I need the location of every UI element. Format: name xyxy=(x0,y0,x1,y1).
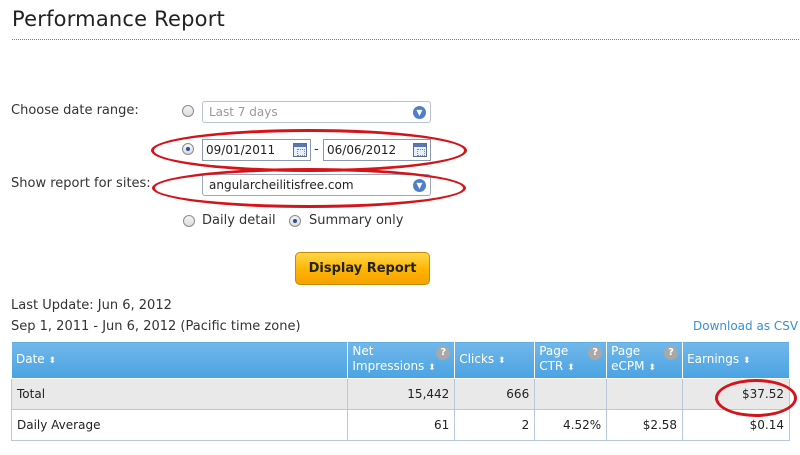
site-select[interactable]: angularcheilitisfree.com ▼ xyxy=(202,174,431,196)
cell-ctr xyxy=(534,378,608,410)
table-header-row: Date ⬍ Net Impressions ⬍ ? Clicks ⬍ Page… xyxy=(10,341,790,379)
cell-ctr: 4.52% xyxy=(534,409,608,441)
last-update-text: Last Update: Jun 6, 2012 xyxy=(11,298,172,313)
help-icon[interactable]: ? xyxy=(664,346,679,360)
site-value: angularcheilitisfree.com xyxy=(209,178,354,192)
sort-icon: ⬍ xyxy=(648,363,656,373)
summary-only-label[interactable]: Summary only xyxy=(309,213,403,228)
sort-icon: ⬍ xyxy=(567,363,575,373)
row-label: Daily Average xyxy=(10,409,349,441)
sort-icon: ⬍ xyxy=(48,355,57,366)
sites-label: Show report for sites: xyxy=(11,176,151,191)
cell-impressions: 61 xyxy=(347,409,456,441)
help-icon[interactable]: ? xyxy=(588,346,603,360)
preset-range-value: Last 7 days xyxy=(209,105,278,119)
column-header-clicks[interactable]: Clicks ⬍ xyxy=(454,341,536,379)
column-header-date[interactable]: Date ⬍ xyxy=(10,341,349,379)
end-date-value: 06/06/2012 xyxy=(327,143,397,157)
daily-detail-radio[interactable] xyxy=(183,215,195,227)
end-date-field[interactable]: 06/06/2012 xyxy=(323,139,431,161)
cell-ecpm: $2.58 xyxy=(606,409,684,441)
sort-icon: ⬍ xyxy=(497,355,506,366)
start-date-field[interactable]: 09/01/2011 xyxy=(202,139,311,161)
daily-detail-label[interactable]: Daily detail xyxy=(202,213,276,228)
summary-only-radio[interactable] xyxy=(289,215,301,227)
sort-icon: ⬍ xyxy=(742,355,751,366)
title-divider xyxy=(12,39,799,40)
cell-earnings: $37.52 xyxy=(682,378,790,410)
column-header-earnings[interactable]: Earnings ⬍ xyxy=(682,341,790,379)
row-label: Total xyxy=(10,378,349,410)
table-row-daily-average: Daily Average 61 2 4.52% $2.58 $0.14 xyxy=(10,409,790,441)
download-csv-link[interactable]: Download as CSV xyxy=(693,319,798,333)
column-header-net-impressions[interactable]: Net Impressions ⬍ ? xyxy=(347,341,456,379)
display-report-button[interactable]: Display Report xyxy=(295,252,430,285)
cell-clicks: 2 xyxy=(454,409,536,441)
performance-table: Date ⬍ Net Impressions ⬍ ? Clicks ⬍ Page… xyxy=(10,341,790,441)
date-range-label: Choose date range: xyxy=(11,103,139,118)
custom-range-radio[interactable] xyxy=(182,143,194,155)
date-separator: - xyxy=(314,142,319,157)
preset-range-select[interactable]: Last 7 days ▼ xyxy=(202,101,431,123)
help-icon[interactable]: ? xyxy=(436,346,451,360)
cell-ecpm xyxy=(606,378,684,410)
preset-range-radio[interactable] xyxy=(182,105,194,117)
cell-earnings: $0.14 xyxy=(682,409,790,441)
calendar-icon[interactable] xyxy=(293,143,307,157)
cell-clicks: 666 xyxy=(454,378,536,410)
report-range-text: Sep 1, 2011 - Jun 6, 2012 (Pacific time … xyxy=(11,319,301,334)
chevron-down-icon: ▼ xyxy=(413,106,426,119)
sort-icon: ⬍ xyxy=(428,363,436,373)
chevron-down-icon: ▼ xyxy=(413,179,426,192)
calendar-icon[interactable] xyxy=(413,143,427,157)
start-date-value: 09/01/2011 xyxy=(206,143,276,157)
cell-impressions: 15,442 xyxy=(347,378,456,410)
column-header-page-ctr[interactable]: Page CTR ⬍ ? xyxy=(534,341,608,379)
table-row-total: Total 15,442 666 $37.52 xyxy=(10,378,790,410)
page-title: Performance Report xyxy=(12,7,225,31)
column-header-page-ecpm[interactable]: Page eCPM ⬍ ? xyxy=(606,341,684,379)
